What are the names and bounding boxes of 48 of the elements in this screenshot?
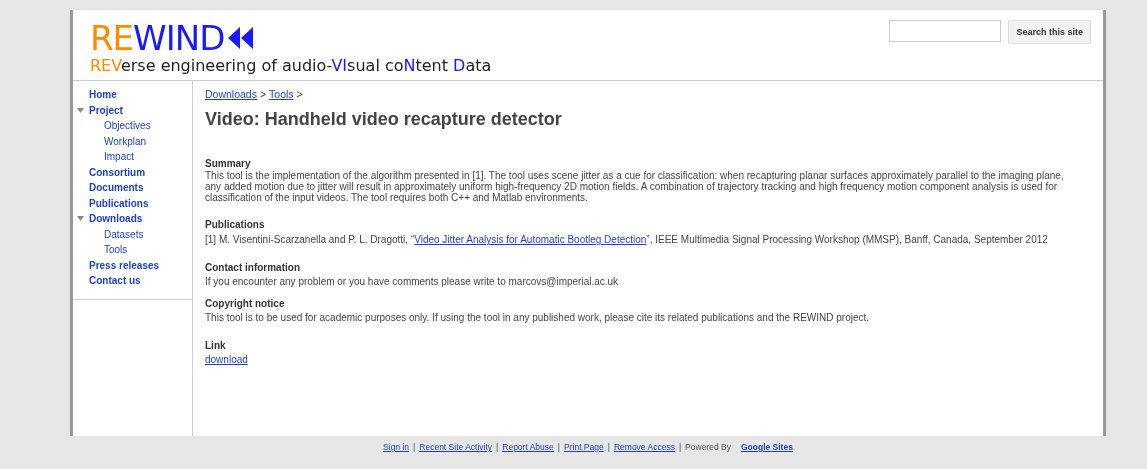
search-field[interactable] [889,20,1002,42]
section-heading: Summary [205,158,252,170]
footer-link[interactable]: Remove Access [613,442,675,452]
section-text: This tool is to be used for academic purposes only. If using the tool in any published work, please cite its related publications and the REWIND project. [205,311,871,325]
footer-separator: | [607,442,610,452]
sidebar-item[interactable]: Documents [73,180,192,196]
sidebar-item[interactable]: Project [73,102,192,118]
footer-separator: | [413,442,416,452]
rewind-icon [228,27,255,49]
section-heading: Contact information [205,262,301,274]
sidebar-item[interactable]: Objectives [73,118,192,134]
breadcrumb-link[interactable]: Downloads [205,87,257,101]
sidebar-item[interactable]: Press releases [73,257,192,273]
citation-text: [1] M. Visentini-Scarzanella and P. L. Dragotti, “Video Jitter Analysis for Automatic Bootleg Detection”, IEEE Multimedia Signal Processing Workshop (MMSP), Banff, Canada, September 2012 [205,233,1049,247]
triangle-icon[interactable] [77,107,84,113]
search-button[interactable]: Search this site [1008,20,1091,44]
footer-link[interactable]: Sign in [383,442,410,452]
citation-link[interactable]: Video Jitter Analysis for Automatic Bootleg Detection [414,234,647,245]
footer-link[interactable]: Recent Site Activity [419,442,493,452]
download-link[interactable]: download [205,354,248,365]
breadcrumb-separator: > [296,87,303,101]
section-heading: Copyright notice [205,298,286,310]
sidebar-item[interactable]: Datasets [73,226,192,242]
section-text: If you encounter any problem or you have comments please write to marcovs@imperial.ac.uk [205,275,620,289]
triangle-icon[interactable] [77,216,84,221]
section-heading: Link [205,340,227,352]
footer-link[interactable]: Report Abuse [502,442,554,452]
footer-separator: | [557,442,560,452]
logo-wordmark: REWIND [90,20,225,56]
sidebar-item[interactable]: Downloads [73,211,192,227]
breadcrumb-separator: > [259,87,267,101]
footer-link[interactable]: Print Page [564,442,604,452]
sidebar-item[interactable]: Contact us [73,273,192,289]
brand-link[interactable]: Google Sites [740,442,793,452]
section-text: This tool is the implementation of the algorithm presented in [1]. The tool uses scene jitter as a cue for classification: when recapturing planar surfaces approximately parallel to the imaging plane, any added motion due to jitter will result in approximately uniform high-frequency 2D motion fields. A combination of trajectory tracking and high frequency motion component analysis is used for classification of the input videos. The tool requires both C++ and Matlab environments. [205,170,1065,203]
footer-separator: | [496,442,499,452]
page-title: Video: Handheld video recapture detector [205,109,563,130]
sidebar-item[interactable]: Tools [73,242,192,258]
section-heading: Publications [205,219,266,231]
sidebar-item[interactable]: Home [73,87,192,103]
powered-by-text: Powered By [685,442,731,452]
sidebar-item[interactable]: Publications [73,195,192,211]
sidebar-item[interactable]: Consortium [73,164,192,180]
sidebar-item[interactable]: Impact [73,149,192,165]
sidebar-item[interactable]: Workplan [73,133,192,149]
breadcrumb-link[interactable]: Tools [269,87,294,101]
footer-separator: | [678,442,682,452]
site-tagline: REVerse engineering of audio-VIsual coNtent Data [90,56,492,76]
